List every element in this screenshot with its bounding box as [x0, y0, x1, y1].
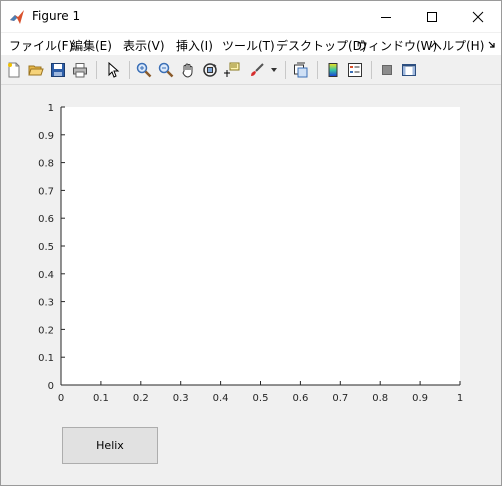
matlab-logo-icon	[10, 10, 24, 24]
minimize-icon	[381, 16, 391, 18]
pan-button[interactable]	[178, 60, 198, 80]
x-tick-label: 0.6	[292, 393, 308, 404]
zoom-out-button[interactable]	[156, 60, 176, 80]
minimize-button[interactable]	[363, 1, 409, 32]
y-tick-label: 0.2	[38, 325, 54, 336]
hide-plot-tools-icon	[382, 65, 392, 75]
zoom-in-icon	[136, 62, 152, 78]
x-tick-label: 0.4	[213, 393, 229, 404]
x-tick-label: 0.7	[332, 393, 348, 404]
y-tick-label: 0	[48, 381, 54, 392]
y-tick-label: 0.9	[38, 131, 54, 142]
y-tick-label: 1	[48, 103, 54, 114]
menu-tools[interactable]: ツール(T)	[222, 37, 275, 54]
window-title: Figure 1	[32, 9, 81, 23]
brush-icon	[251, 63, 264, 76]
figure-canvas: 0 0.1 0.2 0.3 0.4 0.5 0.6 0.7 0.8 0.9 1 0 0.1 0.2 0.3 0…	[1, 85, 501, 485]
toolbar-separator	[96, 61, 97, 79]
figure-window: Figure 1 ファイル(F) 編集(E) 表示(V) 挿入(I) ツール(T…	[0, 0, 502, 486]
y-tick-label: 0.3	[38, 298, 54, 309]
x-tick-label: 0	[58, 393, 64, 404]
rotate-3d-icon	[203, 63, 217, 77]
maximize-icon	[427, 11, 437, 22]
close-icon	[472, 11, 484, 22]
rotate-3d-button[interactable]	[200, 60, 220, 80]
x-tick-label: 0.3	[173, 393, 189, 404]
y-tick-label: 0.1	[38, 353, 54, 364]
colorbar-button[interactable]	[323, 60, 343, 80]
menu-help[interactable]: ヘルプ(H)	[430, 37, 484, 54]
legend-button[interactable]	[345, 60, 365, 80]
edit-plot-icon	[108, 62, 120, 78]
x-tick-label: 0.8	[372, 393, 388, 404]
menu-edit[interactable]: 編集(E)	[71, 37, 112, 54]
axes-background	[61, 107, 460, 385]
zoom-out-icon	[158, 62, 174, 78]
brush-button[interactable]	[247, 60, 267, 80]
menu-bar: ファイル(F) 編集(E) 表示(V) 挿入(I) ツール(T) デスクトップ(…	[1, 33, 501, 55]
chevron-down-icon	[271, 68, 277, 72]
menu-window[interactable]: ウィンドウ(W)	[356, 37, 437, 54]
y-tick-label: 0.7	[38, 186, 54, 197]
data-cursor-icon	[224, 62, 240, 77]
legend-icon	[348, 63, 362, 77]
menu-view[interactable]: 表示(V)	[123, 37, 165, 54]
helix-button[interactable]: Helix	[62, 427, 158, 464]
new-figure-icon	[8, 62, 20, 78]
toolbar-separator	[371, 61, 372, 79]
hide-plot-tools-button[interactable]	[377, 60, 397, 80]
x-tick-label: 0.9	[412, 393, 428, 404]
save-button[interactable]	[48, 60, 68, 80]
brush-dropdown-button[interactable]	[268, 60, 280, 80]
figure-toolbar	[1, 56, 501, 85]
menu-desktop[interactable]: デスクトップ(D)	[276, 37, 367, 54]
colorbar-icon	[328, 63, 338, 77]
toolbar-separator	[317, 61, 318, 79]
print-icon	[73, 63, 87, 78]
menu-overflow-icon[interactable]	[487, 40, 497, 50]
axes[interactable]: 0 0.1 0.2 0.3 0.4 0.5 0.6 0.7 0.8 0.9 1 0 0.1 0.2 0.3 0…	[1, 85, 501, 485]
title-bar: Figure 1	[1, 1, 501, 32]
link-plot-icon	[294, 62, 308, 78]
y-tick-label: 0.8	[38, 159, 54, 170]
menu-file[interactable]: ファイル(F)	[9, 37, 73, 54]
maximize-button[interactable]	[409, 1, 455, 32]
save-icon	[51, 63, 65, 77]
x-tick-label: 0.1	[93, 393, 109, 404]
edit-plot-button[interactable]	[103, 60, 123, 80]
new-figure-button[interactable]	[4, 60, 24, 80]
open-file-button[interactable]	[26, 60, 46, 80]
y-tick-label: 0.4	[38, 270, 54, 281]
x-tick-label: 0.5	[253, 393, 269, 404]
y-tick-label: 0.6	[38, 214, 54, 225]
x-tick-label: 1	[457, 393, 463, 404]
toolbar-separator	[129, 61, 130, 79]
show-plot-tools-icon	[402, 64, 416, 76]
x-tick-label: 0.2	[133, 393, 149, 404]
print-button[interactable]	[70, 60, 90, 80]
toolbar-separator	[285, 61, 286, 79]
data-cursor-button[interactable]	[222, 60, 242, 80]
link-plot-button[interactable]	[291, 60, 311, 80]
open-file-icon	[28, 65, 44, 76]
zoom-in-button[interactable]	[134, 60, 154, 80]
show-plot-tools-button[interactable]	[399, 60, 419, 80]
menu-insert[interactable]: 挿入(I)	[176, 37, 213, 54]
y-tick-label: 0.5	[38, 242, 54, 253]
pan-icon	[182, 63, 193, 78]
close-button[interactable]	[455, 1, 501, 32]
